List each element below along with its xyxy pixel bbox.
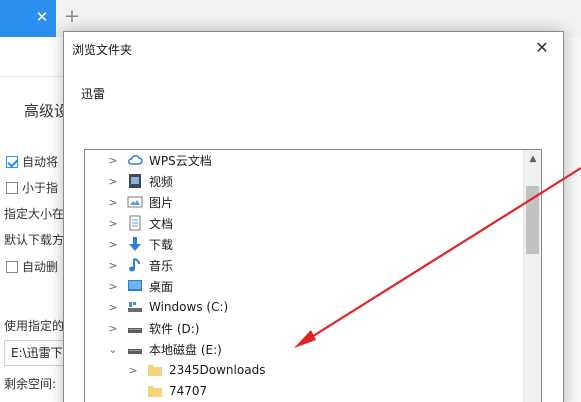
tree-item-label: 视频 xyxy=(149,174,174,189)
chevron-down-icon[interactable]: ⌄ xyxy=(107,343,119,356)
tree-item-label: 74707 xyxy=(169,384,208,398)
download-path-input[interactable]: E:\迅雷下 xyxy=(4,340,66,366)
new-tab-icon[interactable]: + xyxy=(64,7,80,26)
close-icon[interactable]: ✕ xyxy=(532,38,552,58)
drive-icon xyxy=(127,320,143,336)
desktop-folder-icon xyxy=(127,278,143,294)
chevron-right-icon[interactable]: > xyxy=(107,175,119,188)
chevron-right-icon[interactable]: > xyxy=(107,259,119,272)
chevron-right-icon[interactable]: > xyxy=(107,217,119,230)
scroll-up-icon[interactable]: ▲ xyxy=(524,150,541,168)
video-folder-icon xyxy=(127,173,143,189)
tree-item-videos[interactable]: > 视频 xyxy=(85,171,523,191)
tree-item-label: 2345Downloads xyxy=(169,363,266,377)
folder-icon xyxy=(147,362,163,378)
tree-item-documents[interactable]: > 文档 xyxy=(85,213,523,233)
checkbox-label: 小于指 xyxy=(22,181,59,195)
divider xyxy=(0,76,64,77)
tree-item-label: 桌面 xyxy=(149,279,174,294)
page-scrollbar[interactable] xyxy=(564,37,581,402)
dialog-description: 迅雷 xyxy=(81,87,106,101)
scroll-thumb[interactable] xyxy=(526,186,539,254)
tree-item-label: 图片 xyxy=(149,195,174,210)
documents-folder-icon xyxy=(127,215,143,231)
size-range-text: 指定大小在 xyxy=(4,207,65,221)
checkbox-unchecked[interactable] xyxy=(6,181,18,194)
checkbox-label: 自动将 xyxy=(22,155,59,169)
use-specified-text: 使用指定的 xyxy=(4,319,65,333)
folder-tree: > WPS云文档 > 视频 > 图片 > 文档 > 下载 > 音乐 > 桌面 >… xyxy=(84,149,542,402)
tree-item-desktop[interactable]: > 桌面 xyxy=(85,276,523,296)
music-folder-icon xyxy=(127,257,143,273)
chevron-right-icon[interactable]: > xyxy=(107,154,119,167)
chevron-right-icon[interactable]: > xyxy=(107,196,119,209)
chevron-right-icon[interactable]: > xyxy=(107,301,119,314)
download-folder-icon xyxy=(127,236,143,252)
tree-item-label: 音乐 xyxy=(149,258,174,273)
checkbox-unchecked[interactable] xyxy=(6,260,18,273)
chevron-right-icon[interactable]: > xyxy=(107,238,119,251)
chevron-right-icon[interactable]: > xyxy=(107,322,119,335)
tree-item-74707[interactable]: 74707 xyxy=(85,381,523,401)
active-tab[interactable]: ✕ xyxy=(0,0,56,37)
checkbox-checked[interactable] xyxy=(6,155,18,168)
tree-item-label: 软件 (D:) xyxy=(149,321,200,336)
tree-item-label: 下载 xyxy=(149,237,174,252)
system-drive-icon xyxy=(127,299,143,315)
tree-item-label: 文档 xyxy=(149,216,174,231)
tree-item-pictures[interactable]: > 图片 xyxy=(85,192,523,212)
auto-delete-checkbox-row[interactable]: 自动删 xyxy=(6,258,58,275)
tree-item-label: 本地磁盘 (E:) xyxy=(149,342,222,357)
tree-scrollbar[interactable]: ▲ xyxy=(523,150,541,402)
drive-icon xyxy=(127,341,143,357)
free-space-text: 剩余空间: xyxy=(4,377,57,391)
tree-item-drive-d[interactable]: > 软件 (D:) xyxy=(85,318,523,338)
default-download-text: 默认下载方 xyxy=(4,233,65,247)
tree-item-2345downloads[interactable]: > 2345Downloads xyxy=(85,360,523,380)
tree-item-drive-e[interactable]: ⌄ 本地磁盘 (E:) xyxy=(85,339,523,359)
auto-checkbox-row[interactable]: 自动将 xyxy=(6,153,58,170)
tree-item-wps-cloud[interactable]: > WPS云文档 xyxy=(85,150,523,170)
tree-item-downloads[interactable]: > 下载 xyxy=(85,234,523,254)
cloud-icon xyxy=(127,152,143,168)
tree-item-drive-c[interactable]: > Windows (C:) xyxy=(85,297,523,317)
dialog-title: 浏览文件夹 xyxy=(72,43,133,57)
browse-folder-dialog: 浏览文件夹 ✕ 迅雷 > WPS云文档 > 视频 > 图片 > 文档 > 下载 … xyxy=(63,31,564,402)
pictures-folder-icon xyxy=(127,194,143,210)
checkbox-label: 自动删 xyxy=(22,260,59,274)
chevron-right-icon[interactable]: > xyxy=(127,364,139,377)
tab-close-icon[interactable]: ✕ xyxy=(34,9,50,25)
tree-item-label: Windows (C:) xyxy=(149,300,229,314)
size-checkbox-row[interactable]: 小于指 xyxy=(6,179,58,196)
tree-item-music[interactable]: > 音乐 xyxy=(85,255,523,275)
folder-icon xyxy=(147,383,163,399)
chevron-right-icon[interactable]: > xyxy=(107,280,119,293)
tree-item-label: WPS云文档 xyxy=(149,153,212,168)
